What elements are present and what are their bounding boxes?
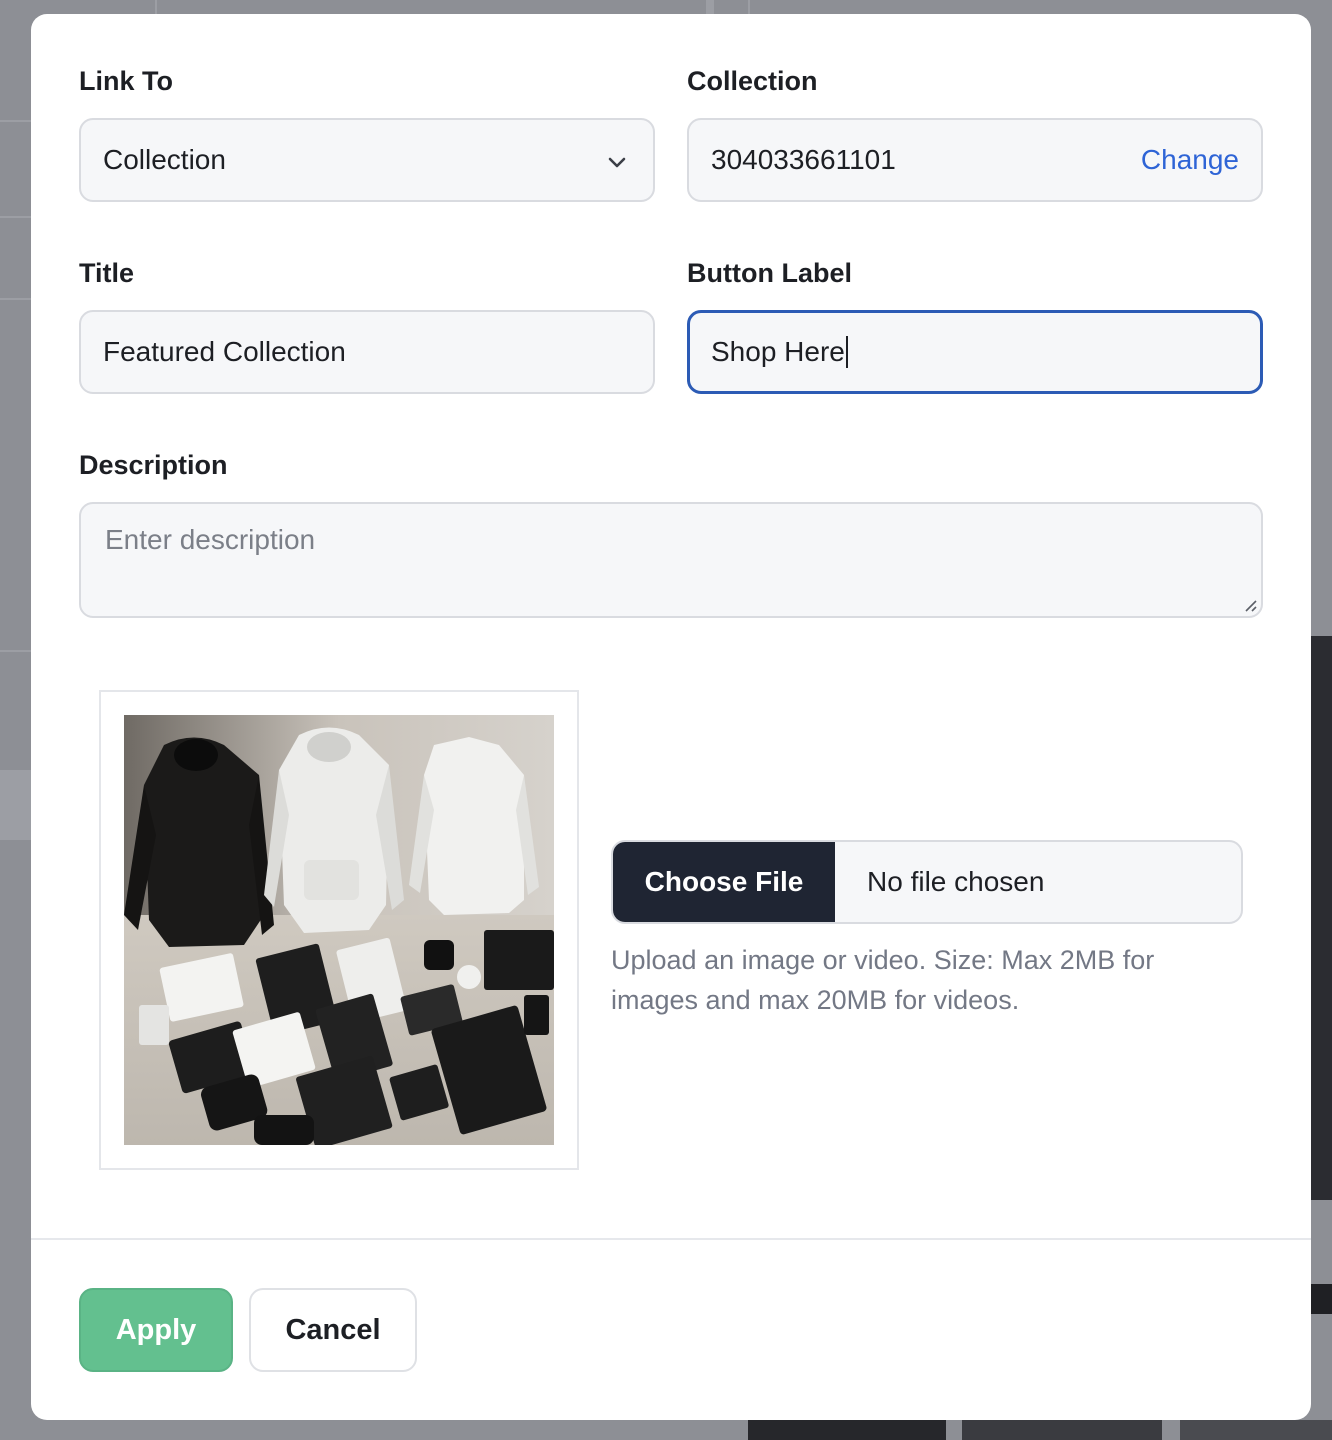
text-cursor [845,336,848,368]
apply-button[interactable]: Apply [79,1288,233,1372]
change-collection-link[interactable]: Change [1141,144,1239,176]
link-to-selected-value: Collection [103,144,226,175]
resize-grip-icon[interactable] [1241,596,1257,612]
button-label-input[interactable]: Shop Here [687,310,1263,394]
collection-label: Collection [687,66,818,96]
title-label: Title [79,258,135,288]
description-label: Description [79,450,228,480]
file-name-text: No file chosen [867,866,1045,897]
media-preview [99,690,579,1170]
description-placeholder: Enter description [105,524,316,555]
link-to-select[interactable]: Collection [79,118,655,202]
collection-image [124,715,554,1145]
footer-divider [31,1238,1311,1240]
collection-field: 304033661101 Change [687,118,1263,202]
title-input-value: Featured Collection [103,336,346,367]
chevron-down-icon [608,157,626,168]
choose-file-button[interactable]: Choose File [613,842,835,922]
edit-collection-modal: Link To Collection Collection 3040336611… [31,14,1311,1420]
button-label-label: Button Label [687,258,852,288]
description-textarea[interactable]: Enter description [79,502,1263,618]
file-upload-input[interactable]: Choose File No file chosen [611,840,1243,924]
button-label-input-value: Shop Here [711,336,845,367]
collection-id-value: 304033661101 [711,144,896,175]
cancel-button[interactable]: Cancel [249,1288,417,1372]
link-to-label: Link To [79,66,173,96]
title-input[interactable]: Featured Collection [79,310,655,394]
upload-help-text: Upload an image or video. Size: Max 2MB … [611,945,1155,1015]
